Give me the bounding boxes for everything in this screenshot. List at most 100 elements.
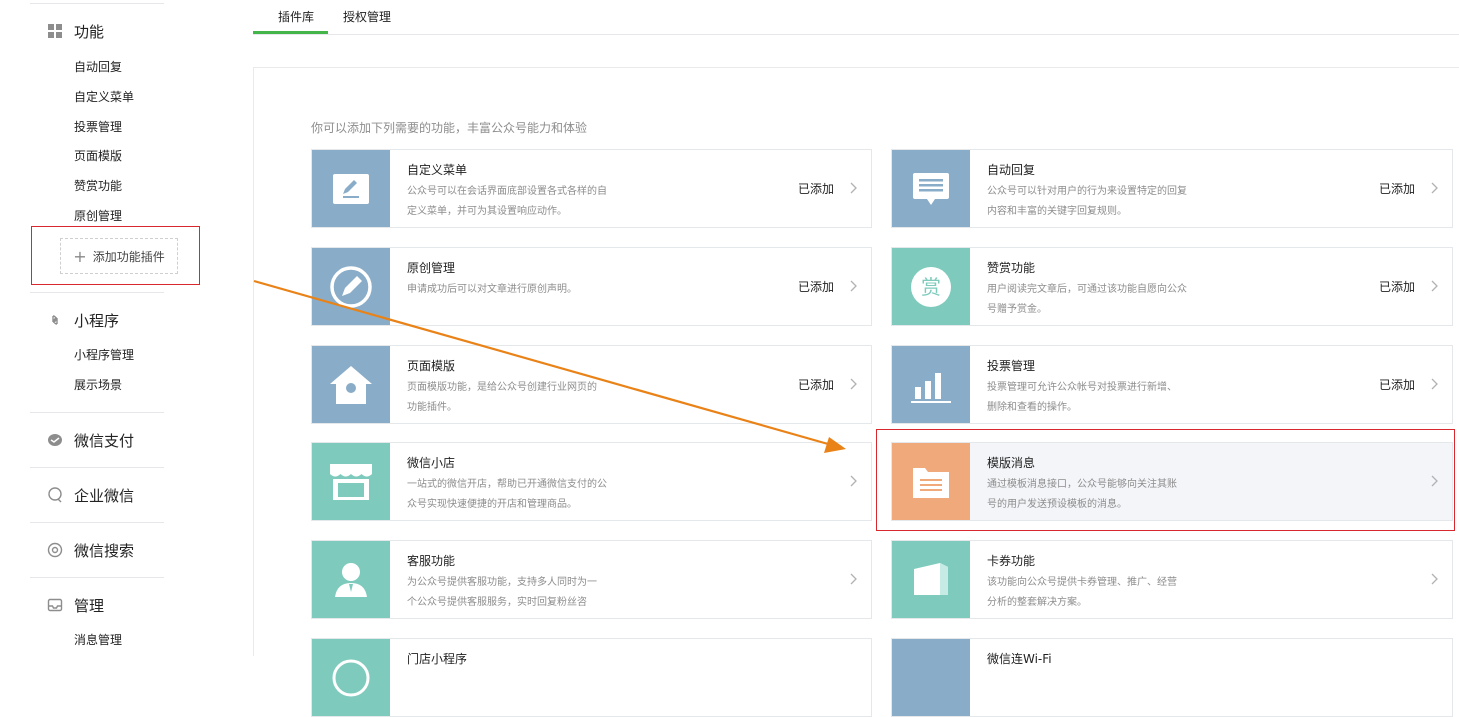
plugin-card-customer-service[interactable]: 客服功能 为公众号提供客服功能，支持多人同时为一个公众号提供客服服务，实时回复粉… [311, 540, 872, 619]
store-icon [312, 639, 390, 716]
plugin-card-coupon[interactable]: 卡券功能 该功能向公众号提供卡券管理、推广、经营分析的整套解决方案。 [891, 540, 1453, 619]
card-desc: 公众号可以针对用户的行为来设置特定的回复内容和丰富的关键字回复规则。 [987, 186, 1187, 217]
add-plugin-label: 添加功能插件 [92, 249, 165, 264]
sidebar-group-label: 功能 [74, 22, 105, 41]
sidebar-group-enterprise[interactable]: 企业微信 [47, 483, 134, 507]
miniprogram-icon [47, 312, 63, 328]
grid-icon [47, 23, 63, 39]
sidebar-divider [30, 522, 164, 523]
sidebar-group-label: 微信搜索 [74, 541, 135, 560]
card-status: 已添加 [797, 280, 834, 294]
card-status: 已添加 [1378, 280, 1415, 294]
chevron-right-icon [1431, 182, 1438, 194]
chevron-right-icon [1431, 573, 1438, 585]
sidebar-item-auto-reply[interactable]: 自动回复 [74, 58, 122, 76]
chevron-right-icon [850, 280, 857, 292]
intro-text: 你可以添加下列需要的功能，丰富公众号能力和体验 [311, 121, 588, 135]
card-title: 微信连Wi-Fi [987, 652, 1052, 666]
card-status: 已添加 [797, 182, 834, 196]
card-status: 已添加 [797, 378, 834, 392]
user-icon [312, 541, 390, 618]
card-status: 已添加 [1378, 378, 1415, 392]
wifi-icon [892, 639, 970, 716]
sidebar-item-miniprogram-manage[interactable]: 小程序管理 [74, 346, 134, 364]
sidebar-group-manage[interactable]: 管理 [47, 593, 104, 617]
sidebar-item-page-template[interactable]: 页面模版 [74, 147, 122, 165]
reward-icon: 赏 [892, 248, 970, 325]
sidebar-divider [30, 412, 164, 413]
plugin-card-wechat-shop[interactable]: 微信小店 一站式的微信开店，帮助已开通微信支付的公众号实现快速便捷的开店和管理商… [311, 442, 872, 521]
sidebar-group-label: 微信支付 [74, 431, 135, 450]
tab-authorization[interactable]: 授权管理 [343, 8, 391, 26]
chevron-right-icon [850, 573, 857, 585]
plugin-card-reward[interactable]: 赏 赞赏功能 用户阅读完文章后，可通过该功能自愿向公众号赠予赏金。 已添加 [891, 247, 1453, 326]
sidebar-group-wechatpay[interactable]: 微信支付 [47, 428, 134, 452]
card-title: 自定义菜单 [407, 163, 468, 177]
plugin-card-auto-reply[interactable]: 自动回复 公众号可以针对用户的行为来设置特定的回复内容和丰富的关键字回复规则。 … [891, 149, 1453, 228]
sidebar-divider [30, 577, 164, 578]
sidebar-group-miniprogram[interactable]: 小程序 [47, 308, 119, 332]
card-title: 微信小店 [407, 456, 456, 470]
shop-icon [312, 443, 390, 520]
chevron-right-icon [1431, 280, 1438, 292]
sidebar-item-vote[interactable]: 投票管理 [74, 118, 122, 136]
card-desc: 一站式的微信开店，帮助已开通微信支付的公众号实现快速便捷的开店和管理商品。 [407, 479, 607, 510]
tab-active-indicator [253, 31, 328, 34]
card-desc: 为公众号提供客服功能，支持多人同时为一个公众号提供客服服务，实时回复粉丝咨 [407, 577, 597, 608]
card-desc: 公众号可以在会话界面底部设置各式各样的自定义菜单，并可为其设置响应动作。 [407, 186, 607, 217]
card-title: 赞赏功能 [987, 261, 1036, 275]
card-title: 原创管理 [407, 261, 456, 275]
sidebar-item-custom-menu[interactable]: 自定义菜单 [74, 88, 134, 106]
add-plugin-button[interactable]: + 添加功能插件 [60, 238, 178, 274]
card-title: 页面模版 [407, 359, 456, 373]
template-message-highlight-frame [876, 429, 1455, 531]
search-icon [47, 542, 63, 558]
bar-chart-icon [892, 346, 970, 423]
sidebar-divider [30, 467, 164, 468]
chevron-right-icon [850, 182, 857, 194]
card-desc: 申请成功后可以对文章进行原创声明。 [407, 284, 577, 295]
compass-icon [312, 248, 390, 325]
sidebar-group-search[interactable]: 微信搜索 [47, 538, 134, 562]
tab-plugin-library[interactable]: 插件库 [278, 8, 314, 26]
chevron-right-icon [850, 475, 857, 487]
card-title: 卡券功能 [987, 554, 1036, 568]
house-icon [312, 346, 390, 423]
sidebar-item-reward[interactable]: 赞赏功能 [74, 177, 122, 195]
sidebar-group-label: 管理 [74, 596, 105, 615]
card-desc: 用户阅读完文章后，可通过该功能自愿向公众号赠予赏金。 [987, 284, 1187, 315]
chevron-right-icon [1431, 378, 1438, 390]
plugin-card-page-template[interactable]: 页面模版 页面模版功能，是给公众号创建行业网页的功能插件。 已添加 [311, 345, 872, 424]
sidebar-group-function[interactable]: 功能 [47, 19, 104, 43]
sidebar-item-original[interactable]: 原创管理 [74, 207, 122, 225]
card-title: 投票管理 [987, 359, 1036, 373]
enterprise-chat-icon [47, 487, 63, 503]
pencil-icon [312, 150, 390, 227]
message-icon [892, 150, 970, 227]
plugin-card-custom-menu[interactable]: 自定义菜单 公众号可以在会话界面底部设置各式各样的自定义菜单，并可为其设置响应动… [311, 149, 872, 228]
card-title: 自动回复 [987, 163, 1036, 177]
sidebar-item-showcase[interactable]: 展示场景 [74, 376, 122, 394]
tab-bar: 插件库 授权管理 [253, 0, 1459, 35]
card-status: 已添加 [1378, 182, 1415, 196]
sidebar: 功能 自动回复 自定义菜单 投票管理 页面模版 赞赏功能 原创管理 + 添加功能… [0, 0, 253, 656]
sidebar-group-label: 小程序 [74, 311, 120, 330]
card-desc: 页面模版功能，是给公众号创建行业网页的功能插件。 [407, 382, 597, 413]
sidebar-divider [30, 3, 164, 4]
inbox-icon [47, 597, 63, 613]
sidebar-group-label: 企业微信 [74, 486, 135, 505]
card-desc: 该功能向公众号提供卡券管理、推广、经营分析的整套解决方案。 [987, 577, 1177, 608]
card-desc: 投票管理可允许公众帐号对投票进行新增、删除和查看的操作。 [987, 382, 1177, 413]
plugin-card-store-miniprogram[interactable]: 门店小程序 [311, 638, 872, 717]
plus-icon: + [73, 246, 87, 266]
plugin-card-vote[interactable]: 投票管理 投票管理可允许公众帐号对投票进行新增、删除和查看的操作。 已添加 [891, 345, 1453, 424]
sidebar-item-message-manage[interactable]: 消息管理 [74, 631, 122, 649]
card-title: 客服功能 [407, 554, 456, 568]
plugin-card-wifi[interactable]: 微信连Wi-Fi [891, 638, 1453, 717]
plugin-card-original[interactable]: 原创管理 申请成功后可以对文章进行原创声明。 已添加 [311, 247, 872, 326]
card-title: 门店小程序 [407, 652, 468, 666]
svg-text:赏: 赏 [921, 275, 941, 299]
wechatpay-icon [47, 432, 63, 448]
card-icon [892, 541, 970, 618]
chevron-right-icon [850, 378, 857, 390]
